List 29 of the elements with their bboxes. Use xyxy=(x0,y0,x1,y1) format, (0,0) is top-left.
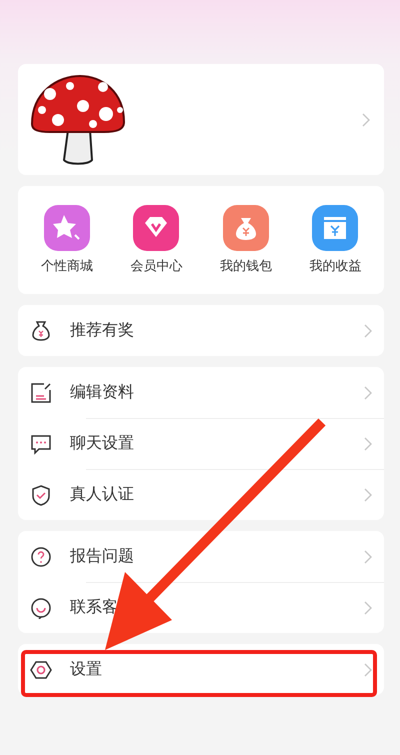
chevron-icon xyxy=(364,550,372,564)
shortcut-label[interactable]: 个性商城 xyxy=(40,257,93,275)
menu-row[interactable]: 编辑资料 xyxy=(18,367,384,418)
question-icon xyxy=(30,546,52,568)
chat-bubble-icon xyxy=(30,432,52,454)
chevron-icon xyxy=(364,488,372,502)
earnings-box-icon xyxy=(312,205,358,251)
shortcut-label[interactable]: 会员中心 xyxy=(130,257,182,275)
settings-icon xyxy=(30,658,52,680)
money-bag-icon xyxy=(30,320,52,342)
money-bag-icon xyxy=(222,205,269,251)
edit-icon xyxy=(30,382,52,404)
menu-row[interactable]: 真人认证 xyxy=(18,469,384,520)
chevron-icon xyxy=(364,386,372,400)
menu-row[interactable]: 报告问题 xyxy=(18,531,384,582)
shield-check-icon xyxy=(30,484,52,506)
chevron-icon xyxy=(364,324,372,338)
menu-row[interactable]: 推荐有奖 xyxy=(18,305,384,356)
shortcut-label[interactable]: 我的钱包 xyxy=(220,257,272,275)
chevron-icon xyxy=(364,436,372,450)
chevron-icon xyxy=(364,662,372,676)
chevron-icon xyxy=(362,112,370,126)
profile-card[interactable] xyxy=(18,64,384,175)
shortcut-label[interactable]: 我的收益 xyxy=(309,257,362,275)
menu-row[interactable]: 联系客 xyxy=(18,582,384,633)
menu-row[interactable]: 聊天设置 xyxy=(18,418,384,469)
support-icon xyxy=(30,596,52,618)
menu-row[interactable]: 设置 xyxy=(18,644,384,695)
chevron-icon xyxy=(364,600,372,614)
